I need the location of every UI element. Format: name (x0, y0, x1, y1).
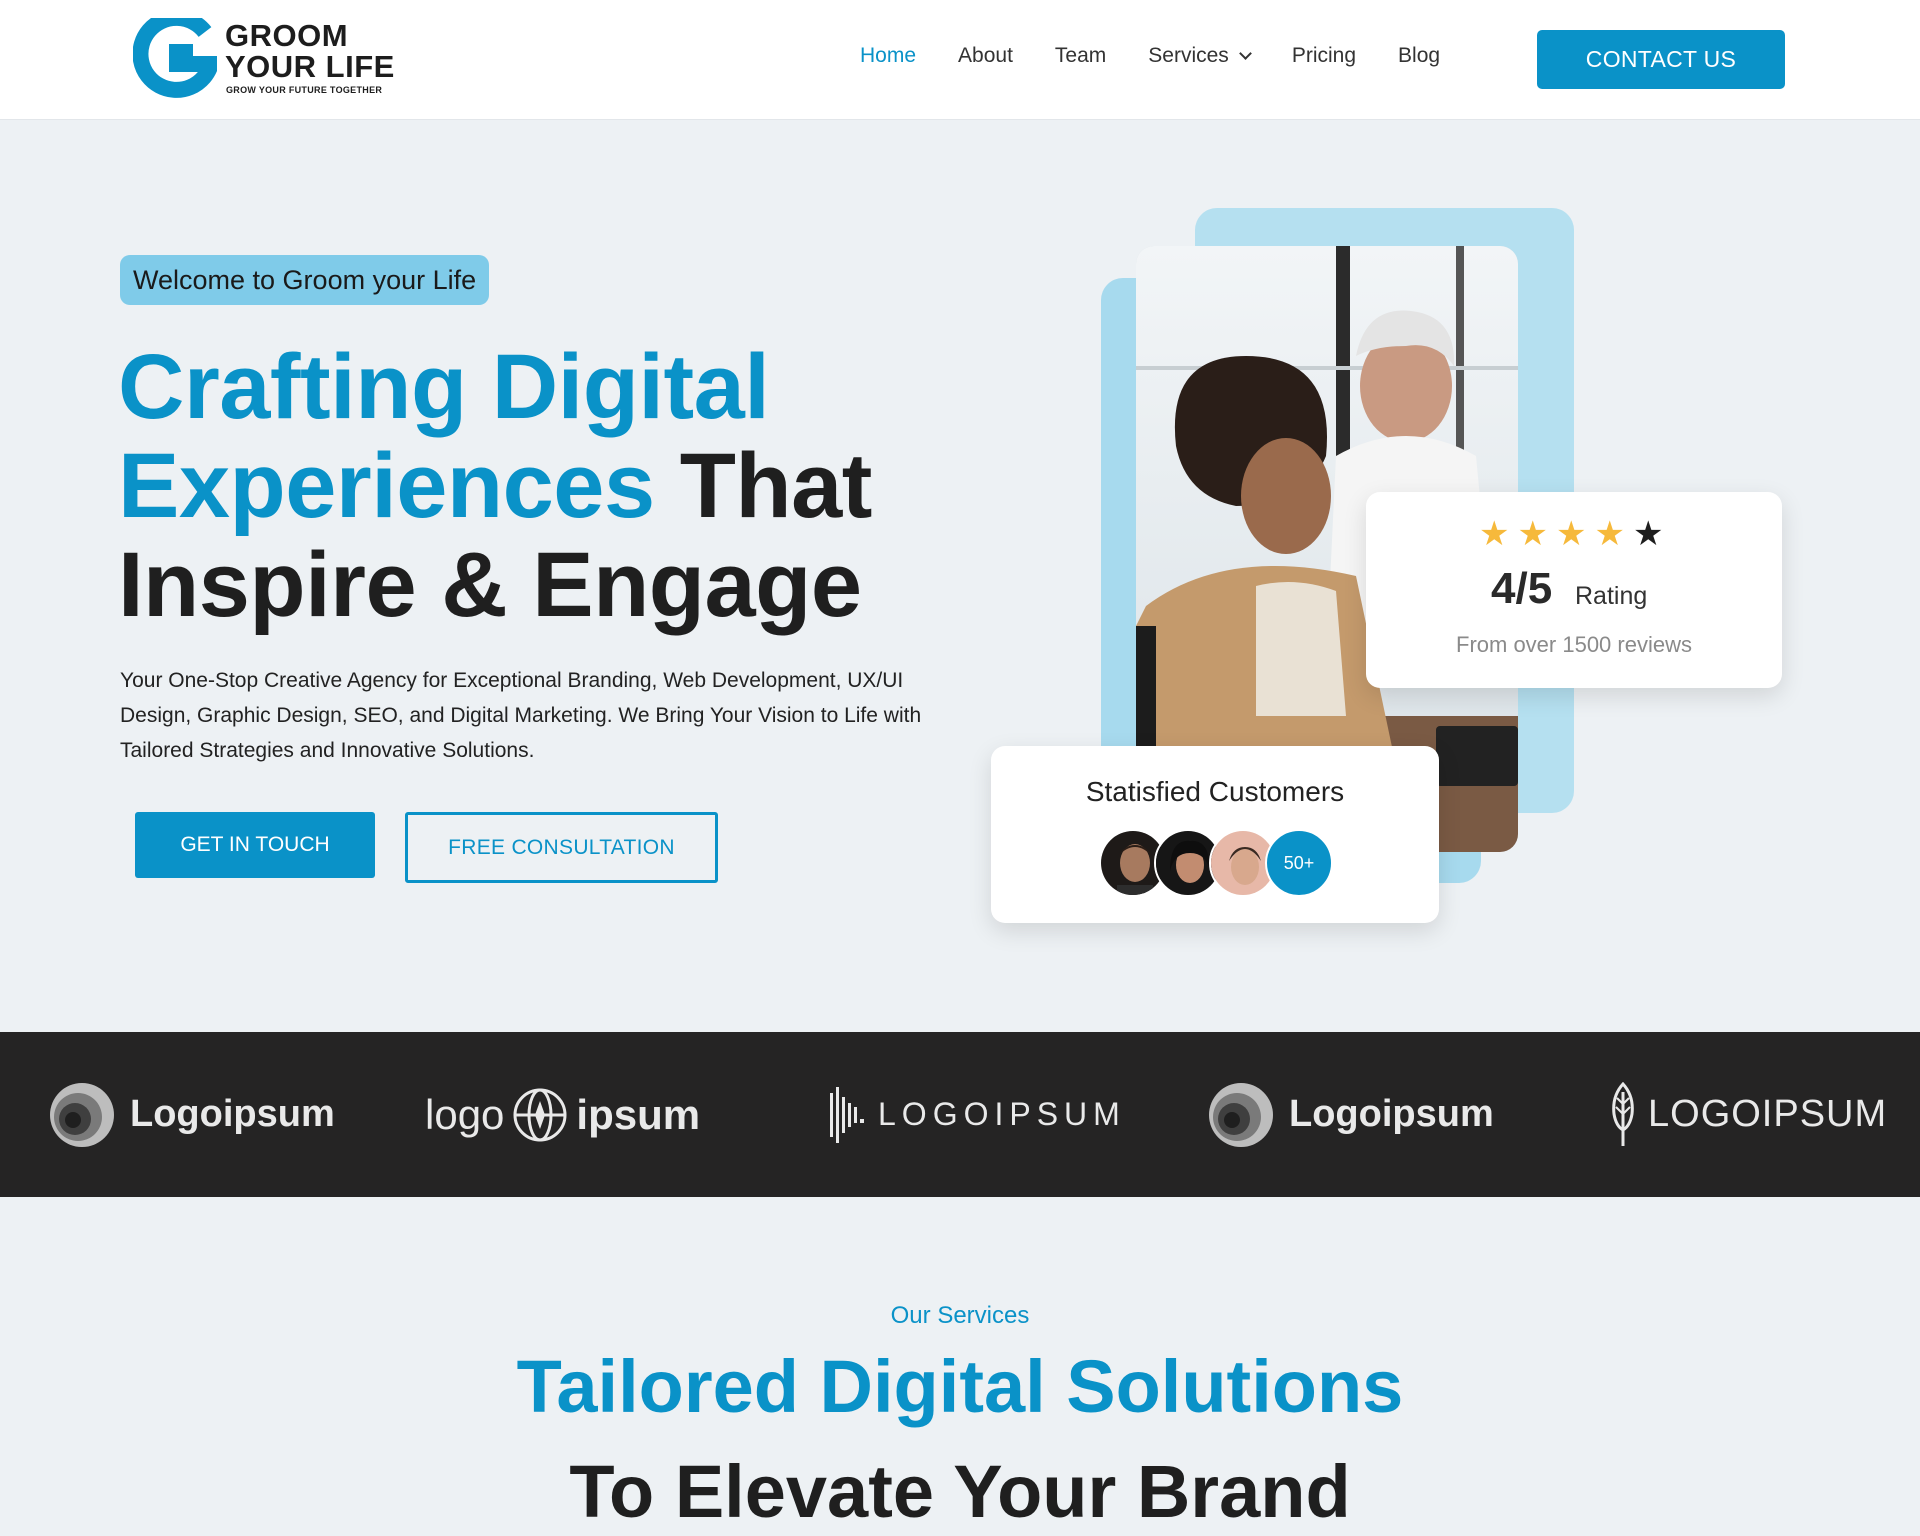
partner-logo-3: LOGOIPSUM (828, 1032, 1126, 1197)
hero-description: Your One-Stop Creative Agency for Except… (120, 669, 922, 762)
partner-logo-2-text-b: ipsum (576, 1090, 701, 1138)
nav-about[interactable]: About (958, 44, 1013, 68)
partner-logos-strip: Logoipsum logo ipsum LOGOIPSUM Logoipsum… (0, 1032, 1920, 1197)
star-icon: ★ (1479, 515, 1510, 553)
partner-logo-1: Logoipsum (48, 1032, 335, 1197)
spiral-logo-icon (1209, 1082, 1273, 1147)
partner-logo-5-text: LOGOIPSUM (1648, 1093, 1888, 1135)
customers-card: Statisfied Customers 50+ (991, 746, 1439, 923)
partner-logo-4-text: Logoipsum (1289, 1093, 1494, 1135)
services-title-line2: To Elevate Your Brand (569, 1450, 1351, 1533)
partner-logo-1-text: Logoipsum (130, 1093, 335, 1135)
star-icon: ★ (1594, 515, 1625, 553)
soundwave-icon (830, 1086, 864, 1143)
brand-name-line1: GROOM (225, 18, 349, 53)
nav-home[interactable]: Home (860, 44, 916, 68)
star-icon: ★ (1517, 515, 1548, 553)
rating-subtext: From over 1500 reviews (1456, 632, 1692, 657)
brand-name-line2: YOUR LIFE (225, 49, 395, 84)
headline-part-4: Inspire & Engage (118, 534, 862, 636)
globe-icon (513, 1088, 567, 1141)
nav-team[interactable]: Team (1055, 44, 1106, 68)
spiral-logo-icon (50, 1082, 114, 1147)
star-icon: ★ (1632, 515, 1664, 553)
nav-services-label: Services (1148, 44, 1229, 67)
nav-services[interactable]: Services (1148, 44, 1252, 68)
more-customers-badge: 50+ (1265, 829, 1333, 897)
headline-part-2: Experiences (118, 435, 655, 537)
feather-icon (1612, 1081, 1634, 1146)
brand-tagline: GROW YOUR FUTURE TOGETHER (226, 85, 383, 95)
nav-blog[interactable]: Blog (1398, 44, 1440, 68)
services-title-line1: Tailored Digital Solutions (516, 1345, 1404, 1428)
services-kicker: Our Services (890, 1302, 1030, 1329)
partner-logo-5: LOGOIPSUM (1610, 1032, 1887, 1197)
partner-logo-2: logo ipsum (425, 1032, 700, 1197)
rating-value: 4/5 (1491, 564, 1553, 613)
contact-us-button[interactable]: CONTACT US (1537, 30, 1785, 89)
welcome-badge: Welcome to Groom your Life (120, 255, 490, 305)
free-consultation-button[interactable]: FREE CONSULTATION (405, 812, 718, 883)
nav-pricing[interactable]: Pricing (1292, 44, 1356, 68)
hero-headline: Crafting Digital Experiences That Inspir… (118, 338, 872, 635)
rating-stars: ★ ★ ★ ★ ★ (1479, 517, 1663, 551)
main-nav: Home About Team Services Pricing Blog (860, 44, 1482, 68)
rating-label: Rating (1575, 582, 1648, 610)
headline-part-3: That (679, 435, 873, 537)
brand-logo[interactable]: GROOM YOUR LIFE GROW YOUR FUTURE TOGETHE… (133, 18, 403, 100)
partner-logo-2-text-a: logo (425, 1090, 505, 1138)
chevron-down-icon (1238, 47, 1252, 60)
site-header: GROOM YOUR LIFE GROW YOUR FUTURE TOGETHE… (0, 0, 1920, 120)
customers-title: Statisfied Customers (1085, 776, 1345, 807)
get-in-touch-button[interactable]: GET IN TOUCH (135, 812, 375, 878)
star-icon: ★ (1555, 515, 1587, 553)
g-logo-icon (133, 18, 217, 98)
rating-card: ★ ★ ★ ★ ★ 4/5 Rating From over 1500 revi… (1366, 492, 1782, 688)
headline-part-1: Crafting Digital (118, 336, 770, 438)
partner-logo-3-text: LOGOIPSUM (878, 1096, 1126, 1132)
partner-logo-4: Logoipsum (1207, 1032, 1494, 1197)
